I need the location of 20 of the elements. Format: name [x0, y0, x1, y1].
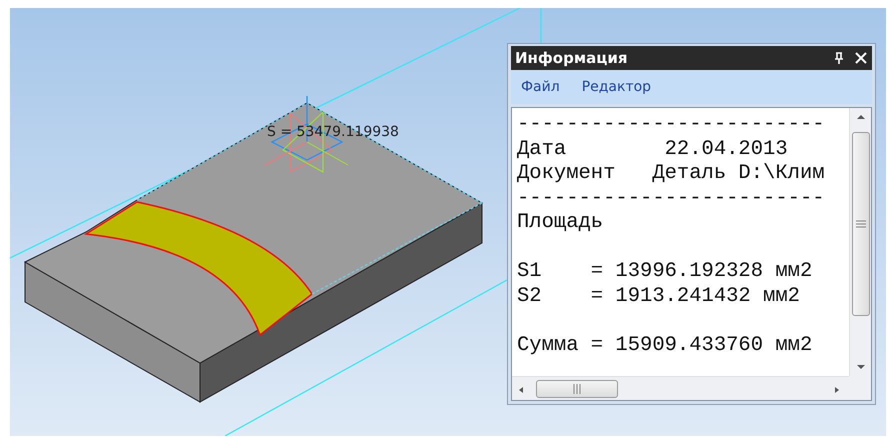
report-line: -------------------------: [517, 186, 826, 211]
grip-icon: [856, 220, 866, 228]
vertical-scrollbar[interactable]: [849, 108, 871, 376]
report-line: Площадь: [517, 211, 604, 236]
window-title: Информация: [515, 49, 628, 67]
scroll-thumb[interactable]: [536, 380, 618, 398]
report-line: Дата 22.04.2013: [517, 138, 789, 162]
report-line: S1 = 13996.192328 мм2: [517, 260, 814, 284]
report-line: S2 = 1913.241432 мм2: [517, 284, 801, 309]
report-line: Сумма = 15909.433760 мм2: [517, 334, 814, 358]
menu-item[interactable]: Редактор: [582, 79, 652, 95]
report-line: Документ Деталь D:\Клим: [517, 162, 826, 186]
construction-line: [540, 8, 542, 43]
grip-icon: [573, 384, 581, 394]
close-icon[interactable]: [854, 51, 868, 65]
menu-item[interactable]: Файл: [521, 79, 560, 95]
pin-icon[interactable]: [832, 51, 846, 65]
report-line: -------------------------: [517, 113, 826, 138]
horizontal-scrollbar[interactable]: [512, 376, 849, 400]
scroll-thumb[interactable]: [852, 132, 870, 316]
